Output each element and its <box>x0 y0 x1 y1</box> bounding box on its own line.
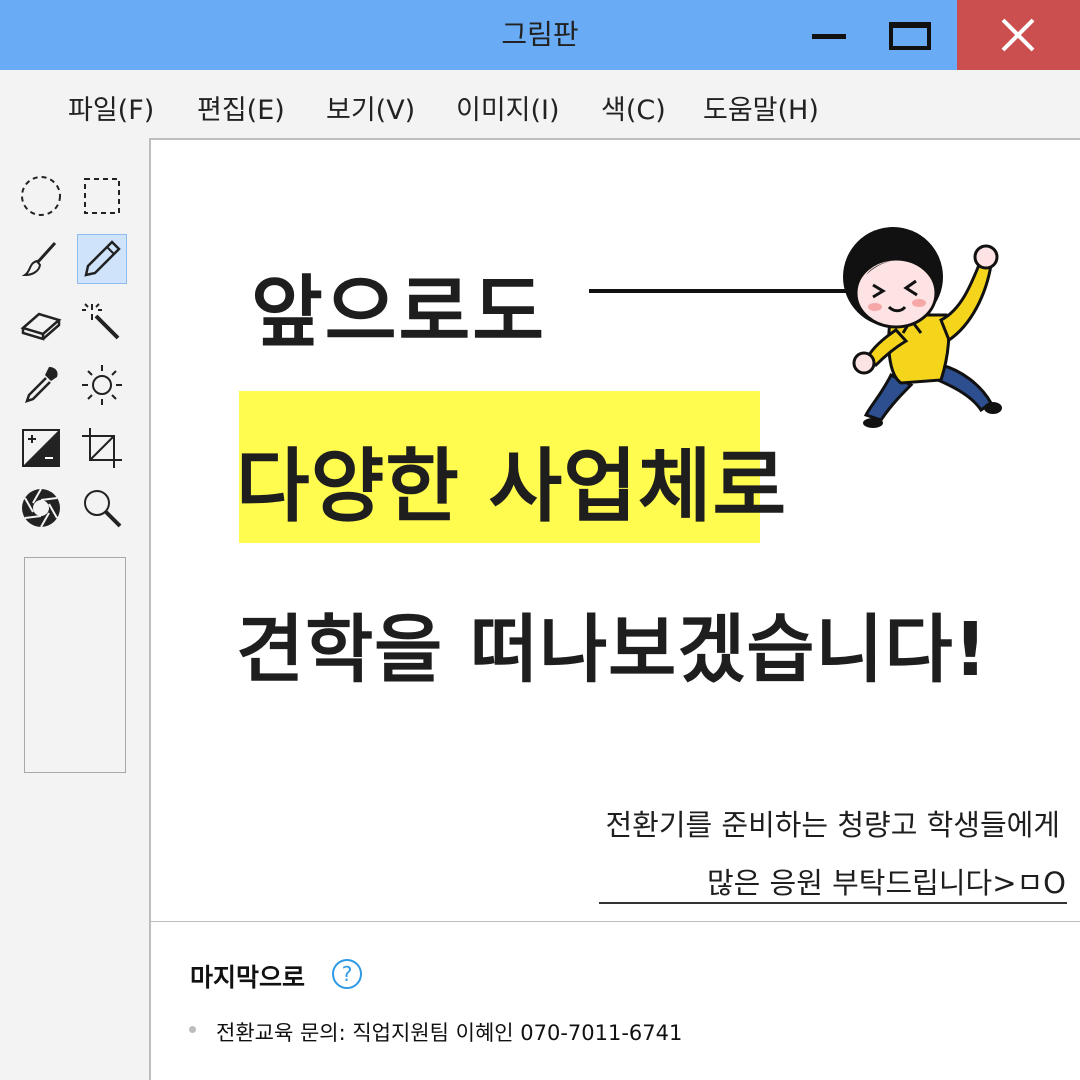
menu-file[interactable]: 파일(F) <box>68 88 154 127</box>
eyedropper-tool[interactable] <box>16 360 66 410</box>
heading-dash <box>589 289 847 293</box>
minimize-icon <box>812 34 846 39</box>
magnifier-tool[interactable] <box>77 483 127 533</box>
brightness-tool[interactable] <box>77 360 127 410</box>
pencil-tool[interactable] <box>77 234 127 284</box>
pencil-icon <box>84 240 121 277</box>
subtext-underline <box>599 902 1067 904</box>
heading-line-3: 견학을 떠나보겠습니다! <box>236 607 989 693</box>
eyedropper-icon <box>25 367 58 403</box>
magnifier-icon <box>84 490 122 528</box>
eraser-tool[interactable] <box>16 297 66 347</box>
eraser-icon <box>20 312 62 341</box>
magic-wand-icon <box>82 303 120 340</box>
subtext-line-2: 많은 응원 부탁드립니다>ㅁO <box>706 866 1066 900</box>
brush-icon <box>21 241 57 277</box>
maximize-icon <box>889 22 931 50</box>
brush-tool[interactable] <box>16 234 66 284</box>
heading-line-1: 앞으로도 <box>251 268 547 358</box>
footer-title: 마지막으로 <box>190 963 306 992</box>
title-bar: 그림판 <box>0 0 1080 70</box>
crop-icon <box>82 428 122 468</box>
close-button[interactable] <box>957 0 1080 70</box>
exposure-tool[interactable] <box>16 423 66 473</box>
magic-wand-tool[interactable] <box>77 297 127 347</box>
aperture-tool[interactable] <box>16 483 66 533</box>
color-panel[interactable] <box>24 557 126 773</box>
crop-tool[interactable] <box>77 423 127 473</box>
menu-bar: 파일(F) 편집(E) 보기(V) 이미지(I) 색(C) 도움말(H) <box>0 70 1080 138</box>
free-select-tool[interactable] <box>16 171 66 221</box>
tool-panel <box>0 138 150 1080</box>
menu-view[interactable]: 보기(V) <box>326 88 415 127</box>
menu-help[interactable]: 도움말(H) <box>703 88 819 127</box>
cheering-character-illustration <box>843 227 1002 428</box>
exposure-icon <box>22 429 60 467</box>
drawing-canvas[interactable]: 앞으로도 다양한 사업체로 견학을 떠나보겠습니다! 전환기를 준비하는 청량고… <box>149 138 1080 1080</box>
menu-edit[interactable]: 편집(E) <box>197 88 285 127</box>
section-divider <box>151 921 1080 922</box>
heading-line-2: 다양한 사업체로 <box>236 440 788 533</box>
menu-color[interactable]: 색(C) <box>601 88 666 127</box>
subtext-line-1: 전환기를 준비하는 청량고 학생들에게 <box>605 808 1060 842</box>
rect-select-icon <box>84 178 120 214</box>
free-select-icon <box>21 176 61 216</box>
close-icon <box>1001 18 1035 52</box>
brightness-icon <box>82 365 122 405</box>
question-circle-icon[interactable]: ? <box>332 959 362 989</box>
aperture-icon <box>22 488 60 528</box>
rect-select-tool[interactable] <box>77 171 127 221</box>
bullet-dot <box>189 1026 196 1033</box>
contact-info: 전환교육 문의: 직업지원팀 이혜인 070-7011-6741 <box>216 1021 683 1045</box>
maximize-button[interactable] <box>852 0 962 70</box>
menu-image[interactable]: 이미지(I) <box>456 88 560 127</box>
